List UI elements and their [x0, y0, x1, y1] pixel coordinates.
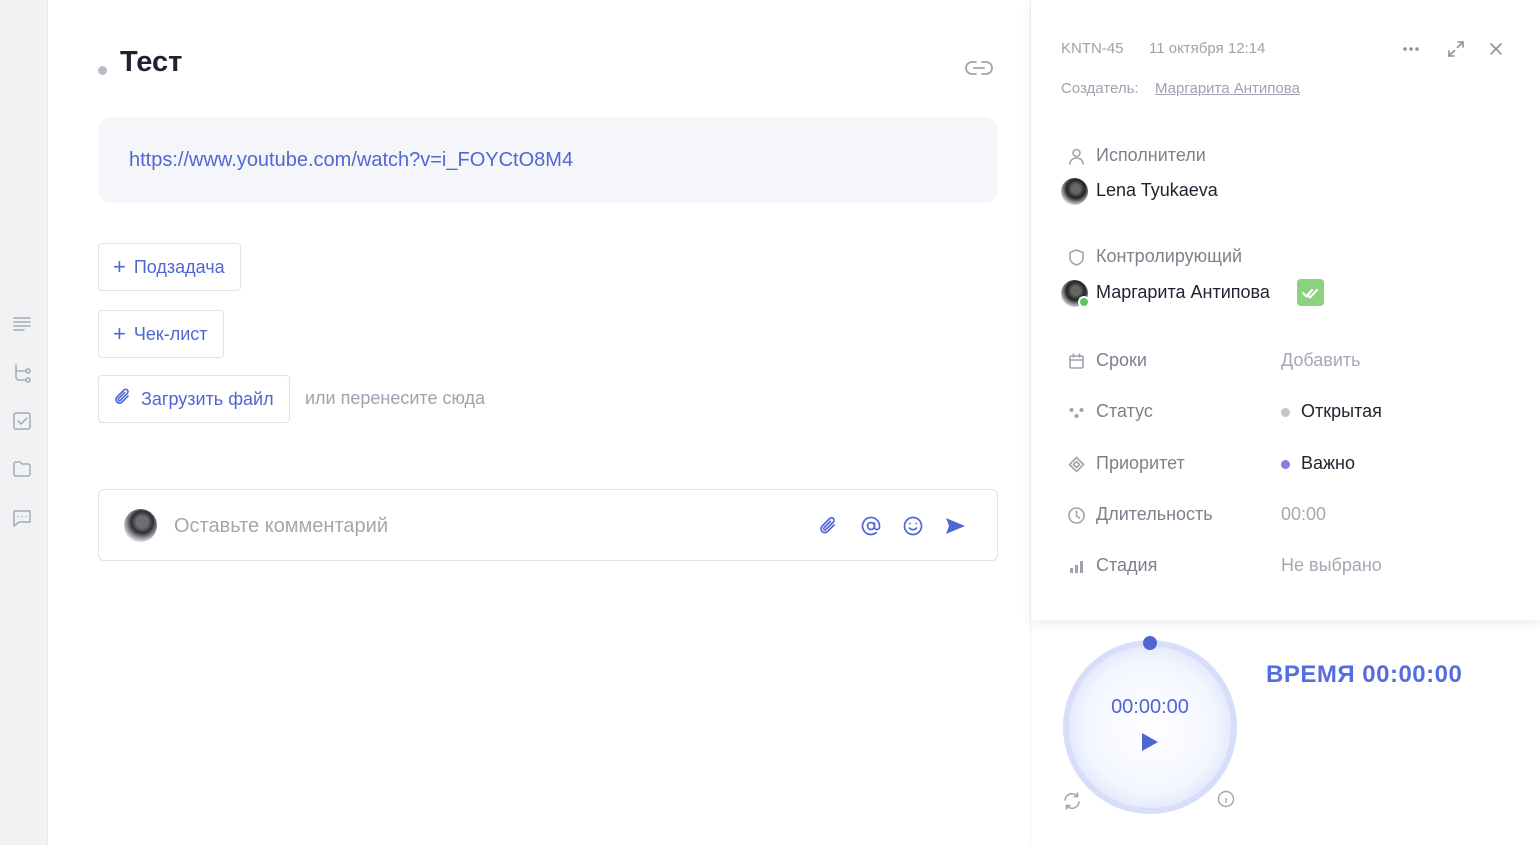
status-value[interactable]: Открытая	[1281, 401, 1382, 422]
priority-value[interactable]: Важно	[1281, 453, 1355, 474]
status-label: Статус	[1096, 401, 1153, 421]
emoji-icon[interactable]	[899, 512, 927, 540]
description-link[interactable]: https://www.youtube.com/watch?v=i_FOYCtO…	[129, 149, 573, 172]
stage-label: Стадия	[1096, 555, 1158, 575]
left-rail	[0, 0, 46, 845]
comment-box	[98, 489, 998, 561]
send-icon[interactable]	[941, 512, 969, 540]
priority-icon	[1065, 453, 1087, 475]
time-summary: ВРЕМЯ 00:00:00	[1266, 661, 1463, 688]
controller-name[interactable]: Маргарита Антипова	[1096, 282, 1270, 303]
task-code: KNTN-45	[1061, 40, 1124, 57]
priority-text: Важно	[1301, 453, 1356, 473]
status-text: Открытая	[1301, 401, 1382, 421]
priority-dot	[1281, 460, 1290, 469]
status-dot	[1281, 408, 1290, 417]
comments-icon[interactable]	[10, 506, 34, 530]
expand-icon[interactable]	[1443, 36, 1469, 62]
stage-value[interactable]: Не выбрано	[1281, 555, 1382, 576]
user-icon	[1065, 145, 1087, 167]
shield-icon	[1065, 246, 1087, 268]
drop-hint: или перенесите сюда	[305, 388, 486, 408]
assignees-label: Исполнители	[1096, 145, 1206, 165]
play-icon[interactable]	[1137, 730, 1161, 754]
upload-file-button[interactable]: Загрузить файл	[98, 375, 290, 423]
add-checklist-label: Чек-лист	[133, 323, 208, 344]
task-date: 11 октября 12:14	[1149, 40, 1266, 57]
add-subtask-button[interactable]: + Подзадача	[98, 243, 241, 291]
priority-label: Приоритет	[1096, 453, 1185, 473]
plus-icon: +	[113, 254, 126, 279]
avatar	[124, 509, 157, 542]
duration-value[interactable]: 00:00	[1281, 504, 1326, 525]
timer-panel: 00:00:00 ВРЕМЯ 00:00:00	[1031, 620, 1540, 845]
close-icon[interactable]	[1483, 36, 1509, 62]
comment-input[interactable]	[174, 510, 794, 542]
reset-icon[interactable]	[1061, 790, 1083, 812]
status-icon	[1065, 401, 1087, 423]
upload-file-label: Загрузить файл	[141, 388, 274, 409]
subtask-tree-icon[interactable]	[10, 361, 34, 385]
approved-badge	[1078, 296, 1090, 308]
creator-name-link[interactable]: Маргарита Антипова	[1155, 80, 1300, 97]
task-details-panel: KNTN-45 11 октября 12:14 Создатель: Марг…	[1031, 0, 1540, 620]
task-main-panel: Тест https://www.youtube.com/watch?v=i_F…	[47, 0, 1030, 845]
stage-bars-icon	[1065, 555, 1087, 577]
avatar	[1061, 178, 1088, 205]
plus-icon: +	[113, 321, 126, 346]
creator-label: Создатель:	[1061, 80, 1139, 97]
paperclip-icon	[113, 387, 133, 412]
timer-display: 00:00:00	[1111, 696, 1189, 718]
calendar-icon	[1065, 350, 1087, 372]
timer-dial	[1063, 636, 1237, 814]
add-subtask-label: Подзадача	[133, 256, 225, 277]
duration-label: Длительность	[1096, 504, 1213, 524]
info-icon[interactable]	[1217, 790, 1237, 810]
mention-icon[interactable]	[857, 512, 885, 540]
task-status-dot	[98, 66, 107, 75]
more-icon[interactable]	[1398, 36, 1424, 62]
deadline-label: Сроки	[1096, 350, 1147, 370]
folder-icon[interactable]	[10, 457, 34, 481]
add-checklist-button[interactable]: + Чек-лист	[98, 310, 224, 358]
clock-icon	[1065, 504, 1087, 526]
copy-link-icon[interactable]	[965, 56, 993, 80]
description-icon[interactable]	[10, 312, 34, 336]
double-check-icon[interactable]	[1297, 279, 1324, 306]
attach-icon[interactable]	[815, 512, 843, 540]
task-description[interactable]: https://www.youtube.com/watch?v=i_FOYCtO…	[98, 117, 998, 203]
checklist-icon[interactable]	[10, 409, 34, 433]
assignee-name[interactable]: Lena Tyukaeva	[1096, 180, 1218, 201]
deadline-add[interactable]: Добавить	[1281, 350, 1361, 371]
controller-label: Контролирующий	[1096, 246, 1243, 266]
task-title[interactable]: Тест	[120, 46, 182, 79]
